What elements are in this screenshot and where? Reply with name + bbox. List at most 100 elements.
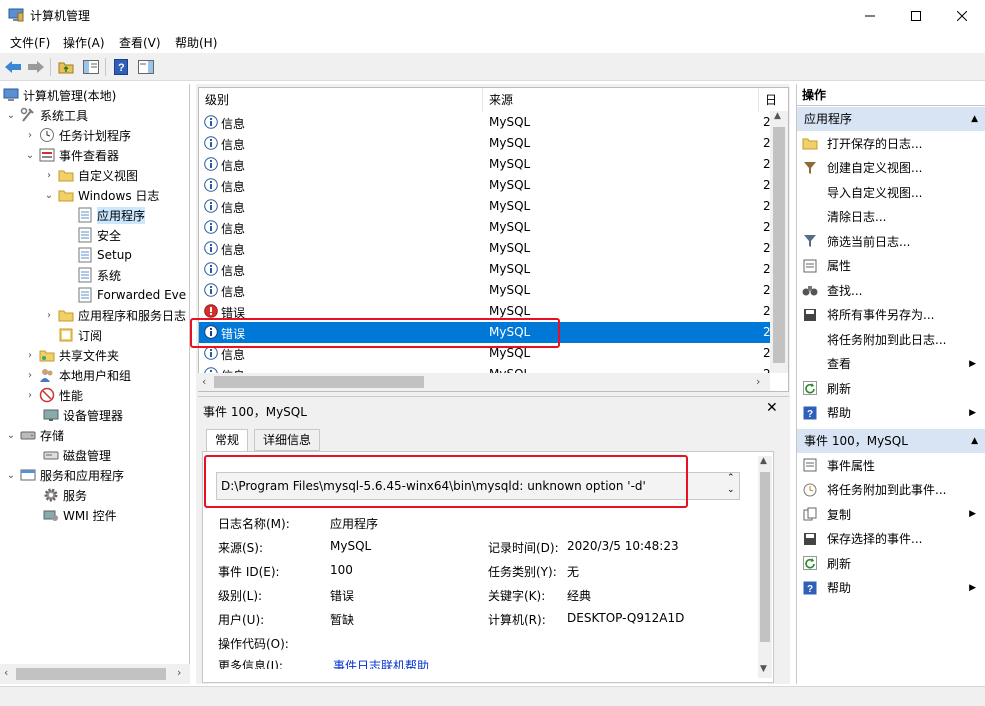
- action-item[interactable]: 导入自定义视图...: [797, 180, 985, 204]
- tree-subscriptions[interactable]: 订阅: [58, 325, 102, 345]
- menu-help[interactable]: 帮助(H): [175, 34, 217, 51]
- scroll-thumb[interactable]: [760, 472, 770, 642]
- tree-root[interactable]: 计算机管理(本地): [3, 85, 116, 105]
- tree-system-log[interactable]: 系统: [77, 265, 121, 285]
- tree-event-viewer[interactable]: ⌄ 事件查看器: [24, 145, 119, 165]
- tree-performance[interactable]: › 性能: [24, 385, 83, 405]
- table-row[interactable]: 信息MySQL2: [199, 238, 771, 259]
- tree-application-log[interactable]: 应用程序: [77, 205, 146, 225]
- scroll-thumb[interactable]: [214, 376, 424, 388]
- scroll-right-icon[interactable]: ›: [177, 666, 181, 679]
- collapse-icon[interactable]: ▲: [971, 429, 978, 453]
- close-detail-icon[interactable]: ✕: [766, 400, 778, 416]
- chevron-up-icon[interactable]: ⌃: [727, 473, 735, 483]
- action-item[interactable]: 将任务附加到此日志...: [797, 327, 985, 351]
- chevron-down-icon[interactable]: ⌄: [43, 190, 55, 201]
- tree-task-scheduler[interactable]: › 任务计划程序: [24, 125, 131, 145]
- tree-horizontal-scrollbar[interactable]: ‹ ›: [0, 664, 190, 684]
- table-row[interactable]: 信息MySQL2: [199, 133, 771, 154]
- column-header-level[interactable]: 级别: [199, 88, 483, 112]
- action-item[interactable]: 保存选择的事件...: [797, 527, 985, 551]
- tree-disk-management[interactable]: 磁盘管理: [43, 445, 111, 465]
- tree-windows-logs[interactable]: ⌄ Windows 日志: [43, 185, 160, 205]
- close-button[interactable]: [939, 0, 985, 31]
- action-item[interactable]: 打开保存的日志...: [797, 131, 985, 155]
- scroll-left-icon[interactable]: ‹: [202, 375, 206, 388]
- menu-action[interactable]: 操作(A): [63, 34, 105, 51]
- chevron-down-icon[interactable]: ⌄: [5, 470, 17, 481]
- chevron-down-icon[interactable]: ⌄: [5, 110, 17, 121]
- event-list-vertical-scrollbar[interactable]: ▲: [770, 111, 788, 373]
- action-item[interactable]: 筛选当前日志...: [797, 229, 985, 253]
- menu-view[interactable]: 查看(V): [119, 34, 161, 51]
- console-tree-icon[interactable]: [81, 57, 101, 77]
- table-row[interactable]: 信息MySQL2: [199, 154, 771, 175]
- column-header-date[interactable]: 日: [759, 88, 788, 112]
- chevron-right-icon[interactable]: ›: [24, 350, 36, 361]
- action-item[interactable]: 刷新: [797, 551, 985, 575]
- table-row[interactable]: 信息MySQL2: [199, 112, 771, 133]
- scroll-down-icon[interactable]: ▼: [760, 664, 767, 674]
- scroll-right-icon[interactable]: ›: [756, 375, 760, 388]
- scroll-thumb[interactable]: [773, 127, 785, 363]
- tree-services-apps[interactable]: ⌄ 服务和应用程序: [5, 465, 124, 485]
- action-item[interactable]: 属性: [797, 254, 985, 278]
- chevron-right-icon[interactable]: ›: [43, 310, 55, 321]
- up-folder-icon[interactable]: [56, 57, 76, 77]
- actions-section-application[interactable]: 应用程序 ▲: [797, 107, 985, 131]
- tree-services[interactable]: 服务: [43, 485, 87, 505]
- action-item[interactable]: 清除日志...: [797, 205, 985, 229]
- table-row[interactable]: 信息MySQL2: [199, 217, 771, 238]
- column-header-source[interactable]: 来源: [483, 88, 759, 112]
- menu-file[interactable]: 文件(F): [10, 34, 50, 51]
- event-list-horizontal-scrollbar[interactable]: ‹ ›: [198, 373, 770, 391]
- table-row[interactable]: 信息MySQL2: [199, 280, 771, 301]
- detail-vertical-scrollbar[interactable]: ▲ ▼: [758, 456, 772, 678]
- table-row[interactable]: 信息MySQL2: [199, 196, 771, 217]
- minimize-button[interactable]: [847, 0, 893, 31]
- action-item[interactable]: 刷新: [797, 376, 985, 400]
- action-item[interactable]: 查找...: [797, 278, 985, 302]
- action-item[interactable]: 事件属性: [797, 453, 985, 477]
- tree-setup-log[interactable]: Setup: [77, 245, 132, 265]
- tree-custom-views[interactable]: › 自定义视图: [43, 165, 138, 185]
- chevron-right-icon[interactable]: ›: [24, 370, 36, 381]
- forward-arrow-icon[interactable]: [26, 57, 46, 77]
- chevron-down-icon[interactable]: ⌄: [727, 485, 735, 495]
- scroll-left-icon[interactable]: ‹: [4, 666, 8, 679]
- chevron-right-icon[interactable]: ›: [24, 390, 36, 401]
- chevron-down-icon[interactable]: ⌄: [5, 430, 17, 441]
- tab-general[interactable]: 常规: [206, 429, 249, 452]
- help-icon[interactable]: ?: [111, 57, 131, 77]
- scroll-thumb[interactable]: [16, 668, 166, 680]
- chevron-right-icon[interactable]: ›: [43, 170, 55, 181]
- table-row[interactable]: 信息MySQL2: [199, 259, 771, 280]
- actions-section-event[interactable]: 事件 100，MySQL ▲: [797, 429, 985, 453]
- tree-forwarded-events[interactable]: Forwarded Eve: [77, 285, 186, 305]
- online-help-link[interactable]: 事件日志联机帮助: [333, 657, 429, 669]
- tree-security-log[interactable]: 安全: [77, 225, 121, 245]
- tree-system-tools[interactable]: ⌄ 系统工具: [5, 105, 88, 125]
- back-arrow-icon[interactable]: [3, 57, 23, 77]
- tree-device-manager[interactable]: 设备管理器: [43, 405, 123, 425]
- action-item[interactable]: ? 帮助 ▶: [797, 576, 985, 600]
- action-item[interactable]: 将任务附加到此事件...: [797, 478, 985, 502]
- action-item[interactable]: 复制 ▶: [797, 502, 985, 526]
- chevron-down-icon[interactable]: ⌄: [24, 150, 36, 161]
- collapse-icon[interactable]: ▲: [971, 107, 978, 131]
- tree-shared-folders[interactable]: › 共享文件夹: [24, 345, 119, 365]
- scroll-up-icon[interactable]: ▲: [774, 111, 781, 121]
- tree-wmi-control[interactable]: WMI 控件: [43, 505, 117, 525]
- chevron-right-icon[interactable]: ›: [24, 130, 36, 141]
- action-item[interactable]: 创建自定义视图...: [797, 156, 985, 180]
- table-row[interactable]: 信息MySQL2: [199, 175, 771, 196]
- action-item[interactable]: ? 帮助 ▶: [797, 401, 985, 425]
- action-pane-icon[interactable]: [136, 57, 156, 77]
- action-item[interactable]: 查看 ▶: [797, 352, 985, 376]
- tab-details[interactable]: 详细信息: [254, 429, 321, 451]
- tree-app-service-logs[interactable]: › 应用程序和服务日志: [43, 305, 186, 325]
- maximize-button[interactable]: [893, 0, 939, 31]
- scroll-up-icon[interactable]: ▲: [760, 456, 767, 466]
- tree-storage[interactable]: ⌄ 存储: [5, 425, 64, 445]
- action-item[interactable]: 将所有事件另存为...: [797, 303, 985, 327]
